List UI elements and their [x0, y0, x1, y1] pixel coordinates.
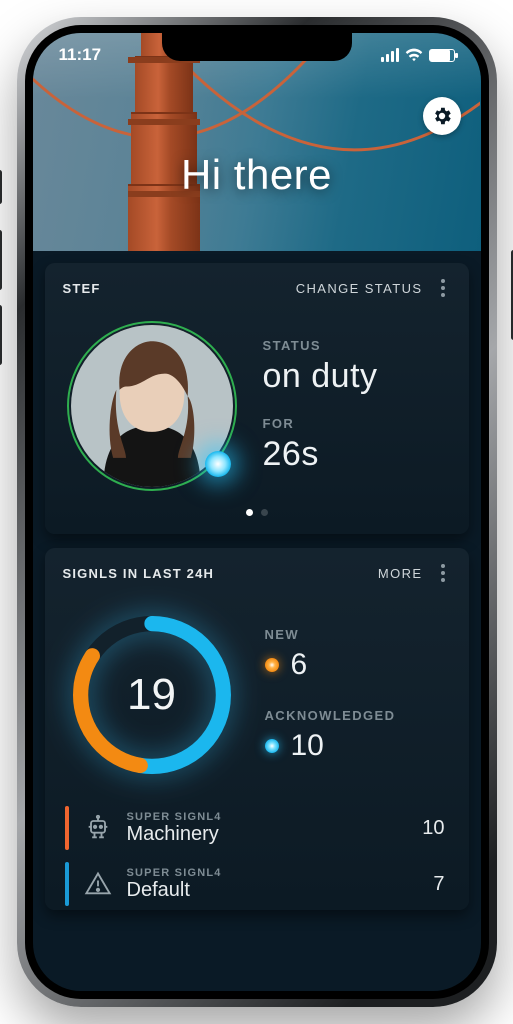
- category-name: Machinery: [127, 823, 409, 846]
- wifi-icon: [405, 48, 423, 62]
- signals-title: SIGNLS IN LAST 24H: [63, 566, 215, 581]
- warning-icon: [83, 869, 113, 899]
- greeting-text: Hi there: [33, 151, 481, 199]
- signals-total-ring[interactable]: 19: [67, 610, 237, 780]
- category-name: Default: [127, 879, 420, 902]
- category-row[interactable]: SUPER SIGNL4Machinery 10: [63, 802, 451, 854]
- presence-indicator: [205, 451, 231, 477]
- category-count: 10: [422, 817, 448, 840]
- category-accent: [65, 862, 69, 906]
- change-status-button[interactable]: CHANGE STATUS: [296, 281, 423, 296]
- duration-value: 26s: [263, 435, 378, 474]
- new-count: 6: [291, 648, 308, 682]
- signals-card: SIGNLS IN LAST 24H MORE: [45, 548, 469, 910]
- category-group: SUPER SIGNL4: [127, 811, 409, 823]
- ack-label: ACKNOWLEDGED: [265, 708, 396, 723]
- settings-button[interactable]: [423, 97, 461, 135]
- category-list: SUPER SIGNL4Machinery10SUPER SIGNL4Defau…: [63, 802, 451, 910]
- page-indicator[interactable]: [63, 509, 451, 516]
- status-label: STATUS: [263, 338, 378, 353]
- duration-label: FOR: [263, 416, 378, 431]
- signals-total: 19: [67, 610, 237, 780]
- robot-icon: [83, 813, 113, 843]
- gear-icon: [431, 105, 453, 127]
- avatar[interactable]: [67, 321, 237, 491]
- status-value: on duty: [263, 357, 378, 396]
- category-count: 7: [433, 873, 448, 896]
- new-dot-icon: [265, 658, 279, 672]
- signals-card-menu-button[interactable]: [435, 564, 451, 582]
- new-label: NEW: [265, 627, 396, 642]
- category-group: SUPER SIGNL4: [127, 867, 420, 879]
- battery-icon: [429, 49, 455, 62]
- more-button[interactable]: MORE: [378, 566, 423, 581]
- user-status-card: STEF CHANGE STATUS: [45, 263, 469, 534]
- category-accent: [65, 806, 69, 850]
- user-card-menu-button[interactable]: [435, 279, 451, 297]
- device-notch: [162, 33, 352, 61]
- cellular-icon: [381, 48, 399, 62]
- status-time: 11:17: [59, 45, 102, 65]
- category-row[interactable]: SUPER SIGNL4Default 7: [63, 858, 451, 910]
- app-screen: 11:17: [33, 33, 481, 991]
- ack-dot-icon: [265, 739, 279, 753]
- user-name: STEF: [63, 281, 101, 296]
- ack-count: 10: [291, 729, 324, 763]
